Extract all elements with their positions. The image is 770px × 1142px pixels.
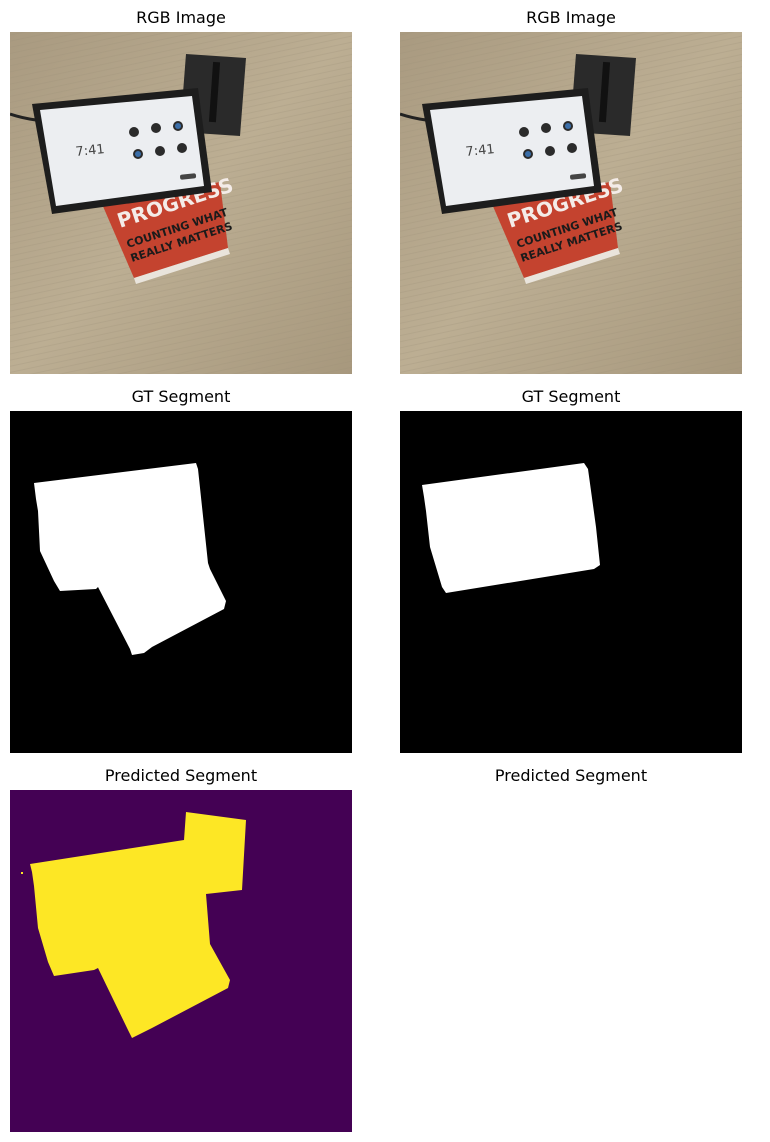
panel-title: GT Segment: [521, 387, 621, 406]
panel-title: GT Segment: [131, 387, 231, 406]
pred-noise-speck: [21, 872, 23, 874]
panel-title: Predicted Segment: [104, 766, 258, 785]
rgb-image: PROGRESS COUNTING WHAT REALLY MATTERS 7:…: [400, 32, 742, 374]
panel-title: RGB Image: [136, 8, 226, 27]
tablet-clock-text: 7:41: [465, 142, 496, 160]
tablet-clock-text: 7:41: [75, 142, 106, 160]
empty-panel: [400, 790, 742, 1132]
rgb-image: PROGRESS COUNTING WHAT REALLY MATTERS 7:…: [10, 32, 352, 374]
panel-title: RGB Image: [526, 8, 616, 27]
gt-mask: [400, 411, 742, 753]
predicted-mask: [10, 790, 352, 1132]
gt-mask: [10, 411, 352, 753]
panel-title: Predicted Segment: [494, 766, 648, 785]
